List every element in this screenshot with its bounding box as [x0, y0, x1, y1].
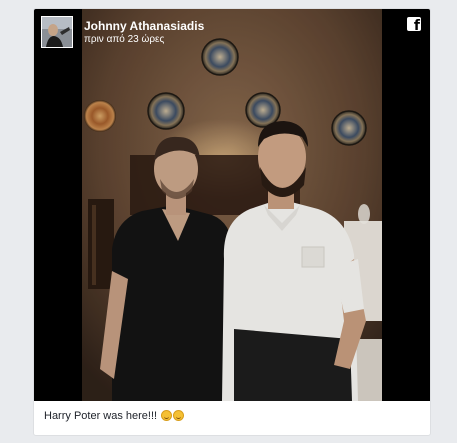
embedded-post-card: Johnny Athanasiadis πριν από 23 ώρες f H…: [33, 8, 431, 436]
facebook-icon[interactable]: f: [407, 17, 421, 31]
page: Johnny Athanasiadis πριν από 23 ώρες f H…: [0, 0, 457, 443]
grinning-face-emoji: [161, 410, 173, 421]
post-media[interactable]: Johnny Athanasiadis πριν από 23 ώρες f: [34, 9, 430, 401]
caption-text: Harry Poter was here!!!: [44, 410, 158, 422]
author-name[interactable]: Johnny Athanasiadis: [84, 19, 204, 33]
post-timestamp[interactable]: πριν από 23 ώρες: [84, 34, 164, 45]
author-avatar[interactable]: [41, 16, 73, 48]
post-header: Johnny Athanasiadis πριν από 23 ώρες f: [34, 9, 430, 55]
smiling-face-emoji: [173, 410, 185, 421]
post-photo[interactable]: [82, 9, 382, 401]
post-caption: Harry Poter was here!!!: [44, 410, 185, 422]
